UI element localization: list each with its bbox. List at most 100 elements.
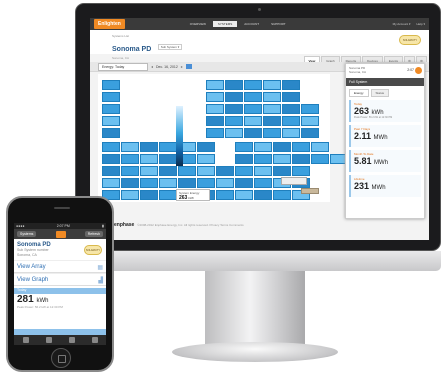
tab-array-icon[interactable] <box>45 337 52 343</box>
solar-panel[interactable] <box>102 104 120 114</box>
nav-account[interactable]: ACCOUNT <box>239 21 264 27</box>
tab-graph-icon[interactable] <box>68 337 75 343</box>
solar-panel[interactable] <box>159 142 177 152</box>
view-graph-link[interactable]: View Graph ▟ <box>14 273 106 286</box>
home-button[interactable] <box>51 348 71 368</box>
solar-panel[interactable] <box>282 92 300 102</box>
solar-panel[interactable] <box>273 142 291 152</box>
solar-panel[interactable] <box>263 116 281 126</box>
solar-panel[interactable] <box>225 104 243 114</box>
tab-energy[interactable]: Energy <box>349 89 369 97</box>
solar-panel[interactable] <box>225 116 243 126</box>
nav-support[interactable]: SUPPORT <box>266 21 290 27</box>
tab-settings-icon[interactable] <box>91 337 98 343</box>
solar-panel[interactable] <box>159 166 177 176</box>
systems-back-button[interactable]: Systems <box>17 231 37 237</box>
tab-status[interactable]: Status <box>370 89 390 97</box>
solar-panel[interactable] <box>301 128 319 138</box>
solar-panel[interactable] <box>235 154 253 164</box>
solar-panel[interactable] <box>273 154 291 164</box>
solar-panel[interactable] <box>102 80 120 90</box>
solar-panel[interactable] <box>140 154 158 164</box>
solar-panel[interactable] <box>159 190 177 200</box>
solar-panel[interactable] <box>206 104 224 114</box>
inverter-box[interactable] <box>281 177 307 185</box>
solar-panel[interactable] <box>244 104 262 114</box>
solar-panel[interactable] <box>244 92 262 102</box>
solar-panel[interactable] <box>140 178 158 188</box>
solar-panel[interactable] <box>140 142 158 152</box>
solar-panel[interactable] <box>102 154 120 164</box>
solar-panel[interactable] <box>178 166 196 176</box>
calendar-icon[interactable] <box>185 64 192 69</box>
solar-panel[interactable] <box>102 116 120 126</box>
view-array-link[interactable]: View Array ▦ <box>14 260 106 273</box>
solar-panel[interactable] <box>102 178 120 188</box>
solar-panel[interactable] <box>292 154 310 164</box>
prev-arrow-icon[interactable]: ◂ <box>151 64 153 69</box>
tab-home-icon[interactable] <box>22 337 29 343</box>
enlighten-logo[interactable]: Enlighten <box>94 19 125 29</box>
help-menu[interactable]: Help ▾ <box>416 22 425 26</box>
solar-panel[interactable] <box>225 92 243 102</box>
solar-panel[interactable] <box>292 166 310 176</box>
solar-panel[interactable] <box>301 116 319 126</box>
solar-panel[interactable] <box>244 128 262 138</box>
solar-panel[interactable] <box>197 154 215 164</box>
solar-panel[interactable] <box>263 128 281 138</box>
solar-panel[interactable] <box>282 80 300 90</box>
solar-panel[interactable] <box>282 116 300 126</box>
solar-panel[interactable] <box>301 104 319 114</box>
solar-panel[interactable] <box>216 190 234 200</box>
my-account-menu[interactable]: My Account ▾ <box>393 22 411 26</box>
solar-panel[interactable] <box>282 104 300 114</box>
refresh-button[interactable]: Refresh <box>84 231 103 237</box>
subsystem-select[interactable]: Sub System ▾ <box>157 43 183 50</box>
solar-panel[interactable] <box>235 178 253 188</box>
solar-panel[interactable] <box>311 142 329 152</box>
solar-panel[interactable] <box>121 154 139 164</box>
solar-panel[interactable] <box>121 166 139 176</box>
solar-panel[interactable] <box>254 166 272 176</box>
solar-panel[interactable] <box>206 80 224 90</box>
solar-panel[interactable] <box>140 190 158 200</box>
solar-panel[interactable] <box>235 190 253 200</box>
solar-panel[interactable] <box>197 142 215 152</box>
solar-panel[interactable] <box>159 154 177 164</box>
solar-panel[interactable] <box>225 128 243 138</box>
solar-panel[interactable] <box>244 116 262 126</box>
solar-panel[interactable] <box>102 92 120 102</box>
solar-panel[interactable] <box>197 178 215 188</box>
solar-panel[interactable] <box>273 190 291 200</box>
meter-box[interactable] <box>301 188 319 194</box>
solar-panel[interactable] <box>102 166 120 176</box>
solar-panel[interactable] <box>102 142 120 152</box>
nav-overview[interactable]: OVERVIEW <box>185 21 211 27</box>
solar-panel[interactable] <box>121 142 139 152</box>
solar-panel[interactable] <box>254 178 272 188</box>
solar-panel[interactable] <box>225 80 243 90</box>
solar-panel[interactable] <box>254 154 272 164</box>
solar-panel[interactable] <box>311 154 329 164</box>
solar-panel[interactable] <box>121 190 139 200</box>
solar-panel[interactable] <box>235 166 253 176</box>
solar-panel[interactable] <box>140 166 158 176</box>
solar-panel[interactable] <box>263 80 281 90</box>
period-select[interactable]: Energy: Today <box>98 62 148 71</box>
solar-panel[interactable] <box>254 142 272 152</box>
solar-panel[interactable] <box>206 92 224 102</box>
solar-panel[interactable] <box>263 104 281 114</box>
solar-panel[interactable] <box>102 128 120 138</box>
solar-panel[interactable] <box>216 166 234 176</box>
solar-panel[interactable] <box>197 166 215 176</box>
solar-panel[interactable] <box>254 190 272 200</box>
solar-panel[interactable] <box>282 128 300 138</box>
solar-panel[interactable] <box>235 142 253 152</box>
solar-panel[interactable] <box>159 178 177 188</box>
solar-panel[interactable] <box>178 178 196 188</box>
solar-panel[interactable] <box>273 166 291 176</box>
solar-panel[interactable] <box>244 80 262 90</box>
solar-panel[interactable] <box>216 178 234 188</box>
solar-panel[interactable] <box>206 128 224 138</box>
solar-panel[interactable] <box>292 142 310 152</box>
